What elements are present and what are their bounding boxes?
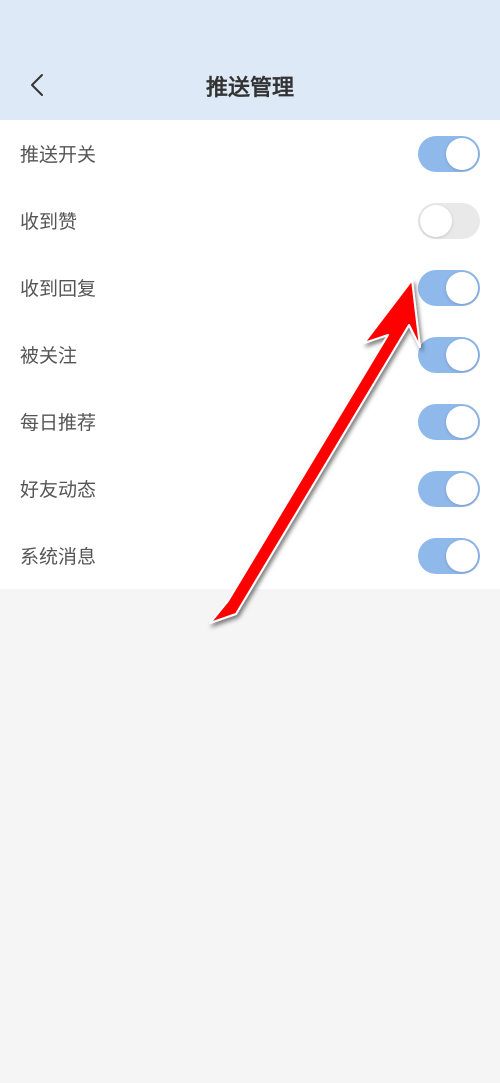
setting-row-push-master: 推送开关	[0, 120, 500, 187]
toggle-daily-recommend[interactable]	[418, 404, 480, 440]
setting-row-followed: 被关注	[0, 321, 500, 388]
toggle-knob	[420, 205, 452, 237]
toggle-knob	[446, 540, 478, 572]
toggle-knob	[446, 138, 478, 170]
toggle-followed[interactable]	[418, 337, 480, 373]
setting-row-daily-recommend: 每日推荐	[0, 388, 500, 455]
back-button[interactable]	[22, 72, 52, 102]
toggle-knob	[446, 272, 478, 304]
setting-label-received-reply: 收到回复	[20, 274, 96, 301]
setting-row-received-like: 收到赞	[0, 187, 500, 254]
toggle-push-master[interactable]	[418, 136, 480, 172]
chevron-left-icon	[30, 73, 44, 102]
toggle-received-like[interactable]	[418, 203, 480, 239]
toggle-knob	[446, 406, 478, 438]
setting-label-daily-recommend: 每日推荐	[20, 408, 96, 435]
setting-label-received-like: 收到赞	[20, 207, 77, 234]
setting-row-system-message: 系统消息	[0, 522, 500, 589]
setting-label-system-message: 系统消息	[20, 542, 96, 569]
setting-label-followed: 被关注	[20, 341, 77, 368]
toggle-system-message[interactable]	[418, 538, 480, 574]
toggle-friend-activity[interactable]	[418, 471, 480, 507]
toggle-knob	[446, 473, 478, 505]
setting-row-friend-activity: 好友动态	[0, 455, 500, 522]
setting-label-push-master: 推送开关	[20, 140, 96, 167]
app-header: 推送管理	[0, 0, 500, 120]
settings-list: 推送开关收到赞收到回复被关注每日推荐好友动态系统消息	[0, 120, 500, 589]
setting-row-received-reply: 收到回复	[0, 254, 500, 321]
setting-label-friend-activity: 好友动态	[20, 475, 96, 502]
toggle-knob	[446, 339, 478, 371]
page-title: 推送管理	[0, 70, 500, 102]
toggle-received-reply[interactable]	[418, 270, 480, 306]
